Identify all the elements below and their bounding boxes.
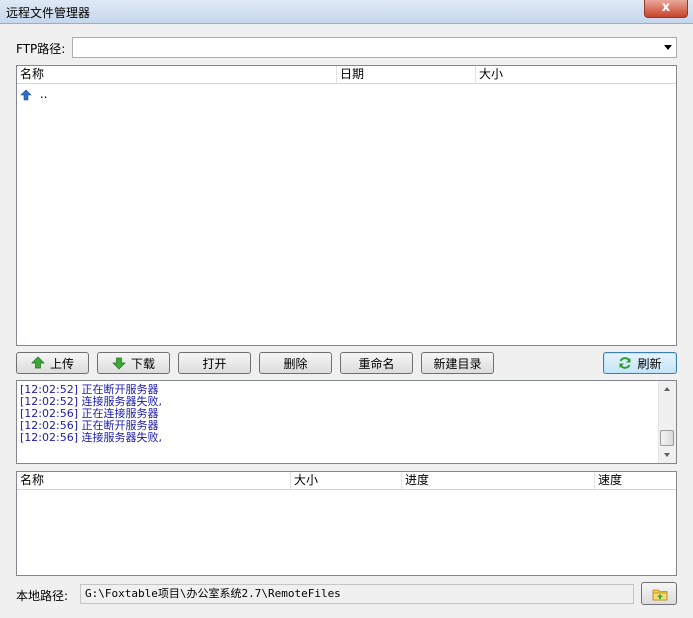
log-message: 连接服务器失败, [81, 431, 163, 444]
refresh-icon [618, 356, 632, 370]
upload-button[interactable]: 上传 [16, 352, 89, 374]
download-label: 下载 [130, 356, 155, 371]
local-path-label: 本地路径: [16, 589, 69, 603]
column-header-date[interactable]: 日期 [337, 66, 476, 83]
chevron-down-icon[interactable] [664, 45, 672, 50]
download-arrow-icon [112, 356, 126, 370]
folder-icon [652, 587, 668, 604]
column-header-size[interactable]: 大小 [291, 472, 402, 489]
log-scrollbar[interactable] [658, 381, 676, 463]
remote-list-header: 名称 日期 大小 [17, 66, 676, 84]
column-header-name[interactable]: 名称 [17, 66, 337, 83]
column-header-name[interactable]: 名称 [17, 472, 291, 489]
remote-file-list[interactable]: 名称 日期 大小 .. [16, 65, 677, 346]
up-folder-icon [20, 89, 32, 101]
log-time: [12:02:56] [20, 431, 78, 444]
column-header-speed[interactable]: 速度 [595, 472, 676, 489]
local-path-field[interactable]: G:\Foxtable项目\办公室系统2.7\RemoteFiles [80, 584, 634, 604]
upload-label: 上传 [49, 356, 74, 371]
refresh-label: 刷新 [637, 356, 662, 371]
transfer-list-header: 名称 大小 进度 速度 [17, 472, 676, 490]
ftp-path-label: FTP路径: [16, 42, 66, 56]
delete-button[interactable]: 删除 [259, 352, 332, 374]
refresh-button[interactable]: 刷新 [603, 352, 677, 374]
ftp-path-combobox[interactable] [72, 37, 677, 58]
new-directory-button[interactable]: 新建目录 [421, 352, 494, 374]
scroll-thumb[interactable] [660, 430, 674, 446]
rename-button[interactable]: 重命名 [340, 352, 413, 374]
open-button[interactable]: 打开 [178, 352, 251, 374]
column-header-progress[interactable]: 进度 [402, 472, 595, 489]
transfer-list[interactable]: 名称 大小 进度 速度 [16, 471, 677, 576]
download-button[interactable]: 下载 [97, 352, 170, 374]
close-button[interactable]: x [644, 0, 688, 18]
title-bar: 远程文件管理器 x [0, 0, 693, 24]
list-item-name: .. [39, 87, 48, 101]
browse-folder-button[interactable] [641, 582, 677, 605]
window-title: 远程文件管理器 [6, 6, 91, 20]
list-item[interactable]: .. [20, 86, 47, 102]
column-header-size[interactable]: 大小 [476, 66, 676, 83]
log-box[interactable]: [12:02:52] 正在断开服务器 [12:02:52] 连接服务器失败, [… [16, 380, 677, 464]
upload-arrow-icon [31, 356, 45, 370]
log-line: [12:02:56] 连接服务器失败, [20, 432, 162, 444]
scroll-up-icon[interactable] [664, 387, 670, 391]
scroll-down-icon[interactable] [664, 453, 670, 457]
